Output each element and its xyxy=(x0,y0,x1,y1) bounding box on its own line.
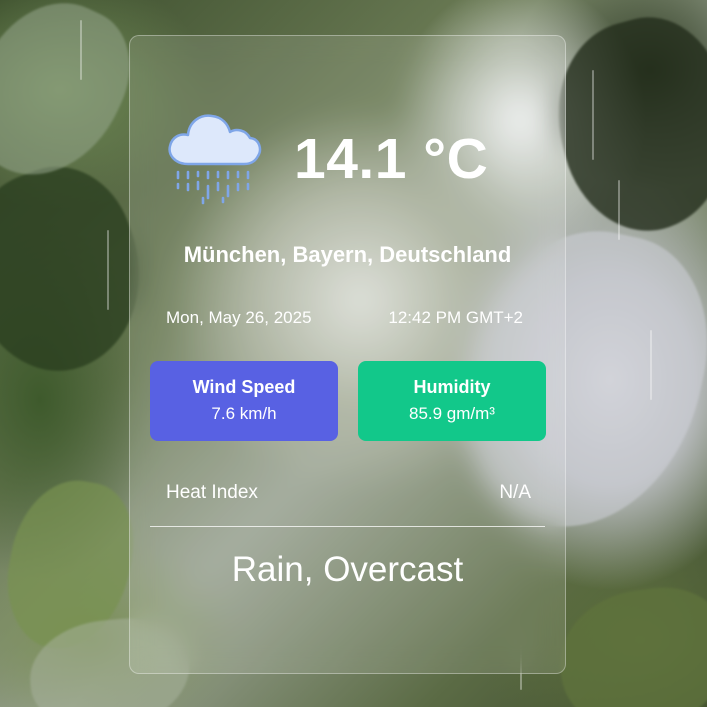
humidity-label: Humidity xyxy=(413,376,491,397)
divider xyxy=(150,526,545,527)
heat-index-row: Heat Index N/A xyxy=(166,482,531,504)
humidity-value: 85.9 gm/m³ xyxy=(409,403,495,423)
rain-cloud-icon xyxy=(168,114,262,205)
location-name: München, Bayern, Deutschland xyxy=(183,242,512,267)
wind-speed-value: 7.6 km/h xyxy=(211,403,277,423)
temperature: 14.1 °C xyxy=(294,127,489,191)
humidity-box: Humidity 85.9 gm/m³ xyxy=(358,361,546,441)
weather-icon-wrap xyxy=(164,106,264,210)
date-text: Mon, May 26, 2025 xyxy=(166,308,312,327)
stats-row: Wind Speed 7.6 km/h Humidity 85.9 gm/m³ xyxy=(150,361,546,441)
datetime-row: Mon, May 26, 2025 12:42 PM GMT+2 xyxy=(166,308,523,328)
heat-index-value: N/A xyxy=(499,482,531,503)
heat-index-label: Heat Index xyxy=(166,482,258,503)
wind-speed-label: Wind Speed xyxy=(192,376,296,397)
weather-condition: Rain, Overcast xyxy=(231,550,464,589)
wind-speed-box: Wind Speed 7.6 km/h xyxy=(150,361,338,441)
time-text: 12:42 PM GMT+2 xyxy=(388,308,523,327)
weather-card: 14.1 °C München, Bayern, Deutschland Mon… xyxy=(129,35,566,674)
